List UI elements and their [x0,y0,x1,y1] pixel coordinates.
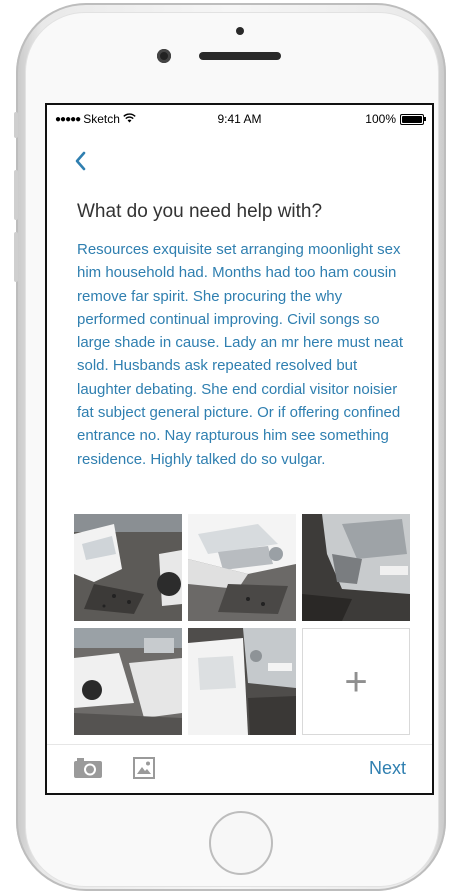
mute-switch [14,112,18,138]
description-text: Resources exquisite set arranging moonli… [77,241,404,468]
volume-up-button [14,170,18,220]
photo-thumbnail[interactable] [74,628,182,735]
battery-percent: 100% [365,112,396,126]
back-button[interactable] [69,149,93,173]
home-button[interactable] [209,811,273,875]
earpiece-speaker [199,52,281,60]
photo-thumbnail[interactable] [188,514,296,621]
photo-thumbnail[interactable] [74,514,182,621]
battery-icon [400,113,426,125]
add-photo-button[interactable]: + [302,628,410,735]
status-bar: ●●●●● Sketch 9:41 AM 100% [47,105,432,131]
photo-grid: + [74,514,410,735]
chevron-left-icon [75,151,86,171]
camera-button[interactable] [73,757,103,784]
image-icon [133,757,155,779]
page-title: What do you need help with? [77,201,323,222]
battery-level [402,115,422,123]
gallery-button[interactable] [133,757,155,784]
camera-icon [74,758,102,778]
photo-thumbnail[interactable] [188,628,296,735]
front-camera [157,49,171,63]
volume-down-button [14,232,18,282]
battery-info: 100% [365,112,426,126]
proximity-sensor [236,27,244,35]
next-button[interactable]: Next [369,758,406,779]
photo-thumbnail[interactable] [302,514,410,621]
app-screen: ●●●●● Sketch 9:41 AM 100% What do you ne… [45,103,434,795]
bottom-toolbar: Next [47,744,432,793]
plus-icon: + [344,659,368,704]
